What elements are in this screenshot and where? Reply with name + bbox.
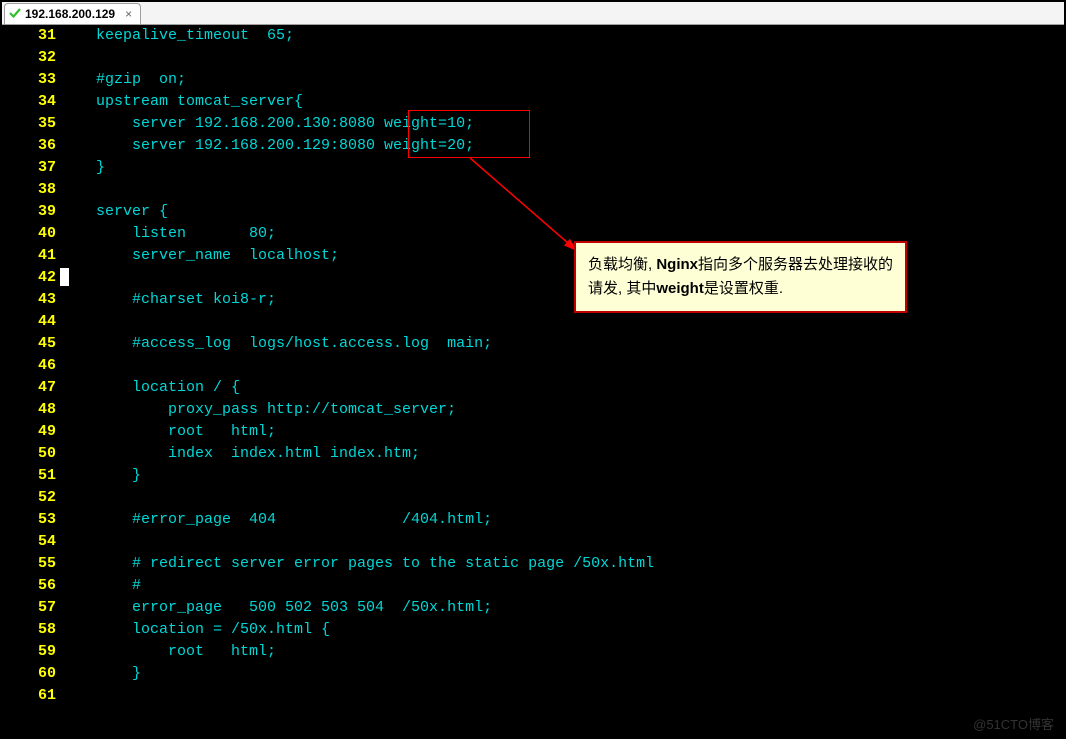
line-number: 44: [2, 311, 56, 333]
line-number: 50: [2, 443, 56, 465]
line-number: 39: [2, 201, 56, 223]
note-text-2c: 是设置权重.: [704, 280, 783, 297]
code-line[interactable]: location = /50x.html {: [60, 619, 1064, 641]
line-number: 31: [2, 25, 56, 47]
line-number: 48: [2, 399, 56, 421]
line-number: 38: [2, 179, 56, 201]
code-line[interactable]: [60, 685, 1064, 707]
editor-window: 192.168.200.129 × 3132333435363738394041…: [0, 0, 1066, 739]
line-number: 46: [2, 355, 56, 377]
tab-bar: 192.168.200.129 ×: [2, 2, 1064, 25]
line-number: 35: [2, 113, 56, 135]
annotation-note: 负载均衡, Nginx指向多个服务器去处理接收的 请发, 其中weight是设置…: [574, 241, 907, 313]
watermark: @51CTO博客: [973, 714, 1054, 733]
code-line[interactable]: location / {: [60, 377, 1064, 399]
note-bold-1: Nginx: [656, 256, 698, 273]
line-number: 61: [2, 685, 56, 707]
code-line[interactable]: }: [60, 157, 1064, 179]
tab-title: 192.168.200.129: [25, 7, 115, 21]
code-line[interactable]: server_name localhost;: [60, 245, 1064, 267]
line-number: 33: [2, 69, 56, 91]
check-icon: [9, 7, 21, 22]
code-line[interactable]: proxy_pass http://tomcat_server;: [60, 399, 1064, 421]
code-line[interactable]: [60, 311, 1064, 333]
note-text-1c: 指向多个服务器去处理接收的: [698, 256, 893, 273]
code-line[interactable]: server 192.168.200.130:8080 weight=10;: [60, 113, 1064, 135]
code-editor[interactable]: 3132333435363738394041424344454647484950…: [2, 25, 1064, 737]
code-line[interactable]: root html;: [60, 421, 1064, 443]
line-number: 36: [2, 135, 56, 157]
code-line[interactable]: [60, 531, 1064, 553]
code-line[interactable]: server 192.168.200.129:8080 weight=20;: [60, 135, 1064, 157]
code-line[interactable]: keepalive_timeout 65;: [60, 25, 1064, 47]
line-number: 57: [2, 597, 56, 619]
code-line[interactable]: # redirect server error pages to the sta…: [60, 553, 1064, 575]
code-line[interactable]: index index.html index.htm;: [60, 443, 1064, 465]
code-line[interactable]: }: [60, 465, 1064, 487]
line-number: 55: [2, 553, 56, 575]
code-line[interactable]: #: [60, 575, 1064, 597]
line-number: 56: [2, 575, 56, 597]
code-line[interactable]: #access_log logs/host.access.log main;: [60, 333, 1064, 355]
line-number: 43: [2, 289, 56, 311]
line-number: 49: [2, 421, 56, 443]
code-line[interactable]: upstream tomcat_server{: [60, 91, 1064, 113]
line-number: 58: [2, 619, 56, 641]
line-number-gutter: 3132333435363738394041424344454647484950…: [2, 25, 60, 737]
line-number: 45: [2, 333, 56, 355]
code-line[interactable]: [60, 355, 1064, 377]
code-line[interactable]: [60, 47, 1064, 69]
code-area[interactable]: 负载均衡, Nginx指向多个服务器去处理接收的 请发, 其中weight是设置…: [60, 25, 1064, 737]
code-line[interactable]: [60, 267, 1064, 289]
code-line[interactable]: error_page 500 502 503 504 /50x.html;: [60, 597, 1064, 619]
code-line[interactable]: listen 80;: [60, 223, 1064, 245]
line-number: 53: [2, 509, 56, 531]
code-line[interactable]: #error_page 404 /404.html;: [60, 509, 1064, 531]
code-line[interactable]: }: [60, 663, 1064, 685]
line-number: 60: [2, 663, 56, 685]
line-number: 37: [2, 157, 56, 179]
note-bold-2: weight: [656, 280, 704, 297]
line-number: 47: [2, 377, 56, 399]
line-number: 42: [2, 267, 56, 289]
line-number: 34: [2, 91, 56, 113]
line-number: 59: [2, 641, 56, 663]
line-number: 41: [2, 245, 56, 267]
code-line[interactable]: #charset koi8-r;: [60, 289, 1064, 311]
note-text-1a: 负载均衡,: [588, 256, 656, 273]
code-line[interactable]: [60, 179, 1064, 201]
line-number: 51: [2, 465, 56, 487]
code-line[interactable]: root html;: [60, 641, 1064, 663]
tab-active[interactable]: 192.168.200.129 ×: [4, 3, 141, 24]
code-line[interactable]: [60, 487, 1064, 509]
line-number: 32: [2, 47, 56, 69]
text-cursor: [60, 268, 69, 286]
line-number: 54: [2, 531, 56, 553]
close-icon[interactable]: ×: [125, 7, 132, 21]
code-line[interactable]: server {: [60, 201, 1064, 223]
note-text-2a: 请发, 其中: [588, 280, 656, 297]
line-number: 52: [2, 487, 56, 509]
line-number: 40: [2, 223, 56, 245]
code-line[interactable]: #gzip on;: [60, 69, 1064, 91]
